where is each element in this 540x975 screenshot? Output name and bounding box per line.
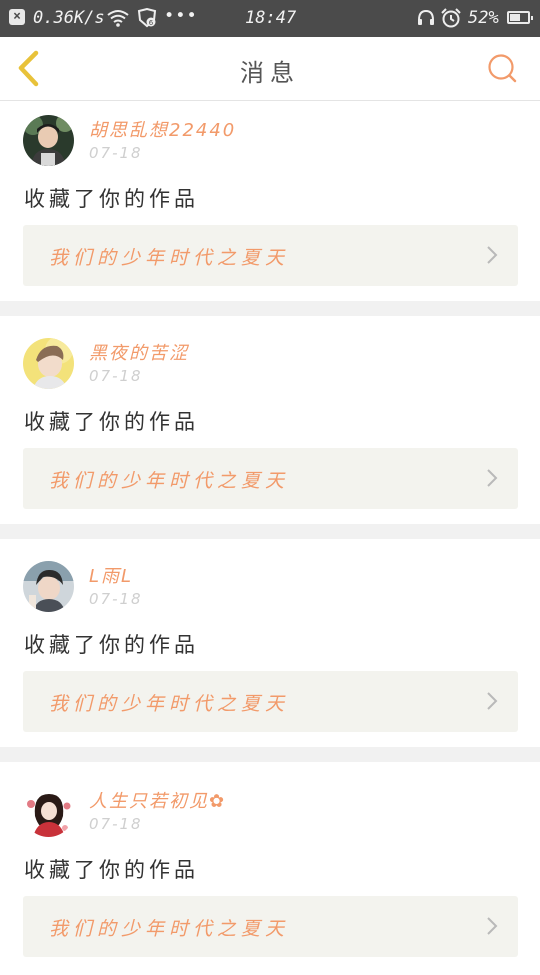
- divider: [0, 747, 540, 762]
- username[interactable]: L雨L: [89, 562, 133, 588]
- work-link[interactable]: 我们的少年时代之夏天: [23, 448, 518, 509]
- work-link[interactable]: 我们的少年时代之夏天: [23, 225, 518, 286]
- list-item: L雨L 07-18 收藏了你的作品 我们的少年时代之夏天: [0, 539, 540, 747]
- avatar[interactable]: [23, 561, 74, 612]
- network-speed: 0.36K/s: [33, 8, 105, 28]
- more-dots-icon: •••: [164, 6, 198, 26]
- message-text: 收藏了你的作品: [24, 187, 199, 211]
- list-item: 人生只若初见✿ 07-18 收藏了你的作品 我们的少年时代之夏天: [0, 762, 540, 975]
- divider: [0, 524, 540, 539]
- chevron-right-icon: [487, 692, 498, 710]
- message-text: 收藏了你的作品: [24, 858, 199, 882]
- status-bar: × 0.36K/s 6 ••• 18:47 52%: [0, 0, 540, 37]
- username[interactable]: 黑夜的苦涩: [89, 339, 189, 365]
- avatar[interactable]: [23, 786, 74, 837]
- username[interactable]: 胡思乱想22440: [89, 116, 236, 142]
- battery-icon: [507, 11, 533, 24]
- username[interactable]: 人生只若初见✿: [89, 787, 226, 813]
- work-title: 我们的少年时代之夏天: [49, 470, 290, 492]
- shield-icon: 6: [136, 7, 158, 33]
- battery-percent: 52%: [468, 8, 499, 28]
- work-link[interactable]: 我们的少年时代之夏天: [23, 896, 518, 957]
- search-icon: [488, 54, 517, 83]
- search-button[interactable]: [486, 52, 518, 84]
- headset-icon: [417, 9, 435, 32]
- page-title: 消息: [240, 59, 300, 87]
- avatar[interactable]: [23, 115, 74, 166]
- message-date: 07-18: [89, 815, 143, 833]
- list-item: 黑夜的苦涩 07-18 收藏了你的作品 我们的少年时代之夏天: [0, 316, 540, 524]
- chevron-right-icon: [487, 917, 498, 935]
- wifi-icon: [106, 9, 130, 32]
- avatar[interactable]: [23, 338, 74, 389]
- close-icon: ×: [9, 9, 25, 25]
- message-text: 收藏了你的作品: [24, 633, 199, 657]
- work-link[interactable]: 我们的少年时代之夏天: [23, 671, 518, 732]
- message-date: 07-18: [89, 590, 143, 608]
- clock: 18:47: [245, 8, 297, 28]
- chevron-right-icon: [487, 469, 498, 487]
- message-date: 07-18: [89, 367, 143, 385]
- message-text: 收藏了你的作品: [24, 410, 199, 434]
- header-bar: 消息: [0, 37, 540, 101]
- svg-text:6: 6: [149, 19, 154, 27]
- work-title: 我们的少年时代之夏天: [49, 247, 290, 269]
- list-item: 胡思乱想22440 07-18 收藏了你的作品 我们的少年时代之夏天: [0, 101, 540, 301]
- message-list: 胡思乱想22440 07-18 收藏了你的作品 我们的少年时代之夏天 黑夜的苦涩…: [0, 101, 540, 975]
- work-title: 我们的少年时代之夏天: [49, 693, 290, 715]
- work-title: 我们的少年时代之夏天: [49, 918, 290, 940]
- chevron-right-icon: [487, 246, 498, 264]
- alarm-icon: [440, 8, 462, 33]
- divider: [0, 301, 540, 316]
- message-date: 07-18: [89, 144, 143, 162]
